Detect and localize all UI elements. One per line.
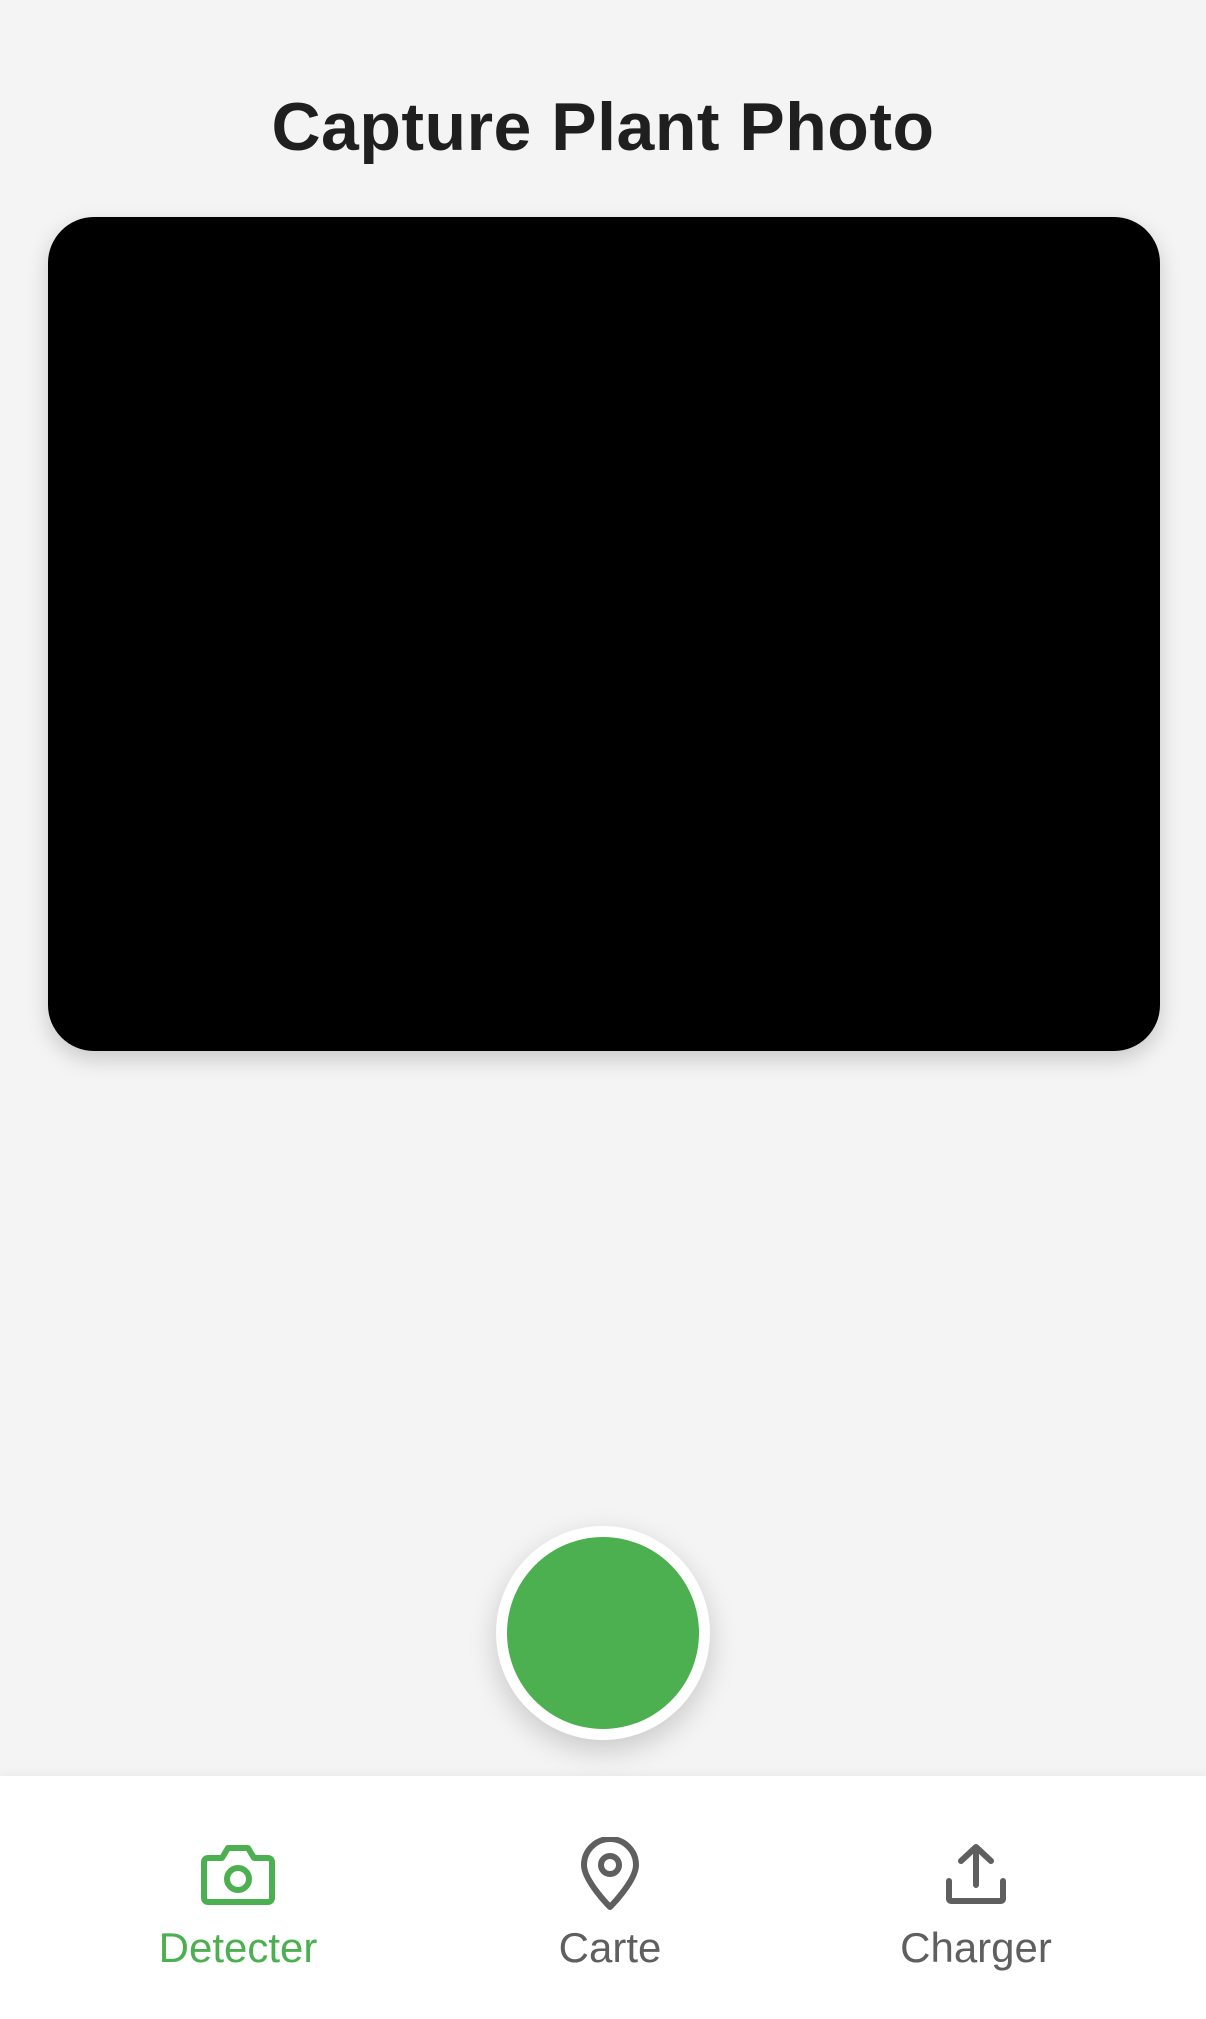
map-pin-icon [570,1834,650,1914]
shutter-button-inner [507,1537,699,1729]
tab-map[interactable]: Carte [480,1834,740,1984]
page-title: Capture Plant Photo [271,89,935,165]
tab-detect-label: Detecter [158,1924,318,1971]
shutter-button[interactable] [496,1526,710,1740]
tab-map-label: Carte [558,1924,662,1971]
tab-upload-label: Charger [900,1924,1052,1971]
camera-icon [198,1834,278,1914]
upload-icon [936,1834,1016,1914]
tab-upload[interactable]: Charger [846,1834,1106,1984]
camera-preview[interactable] [48,217,1160,1051]
bottom-tab-bar: Detecter Carte Charger [0,1776,1206,2019]
capture-screen: Capture Plant Photo Detecter Carte Charg… [0,0,1206,2019]
tab-detect[interactable]: Detecter [108,1834,368,1984]
